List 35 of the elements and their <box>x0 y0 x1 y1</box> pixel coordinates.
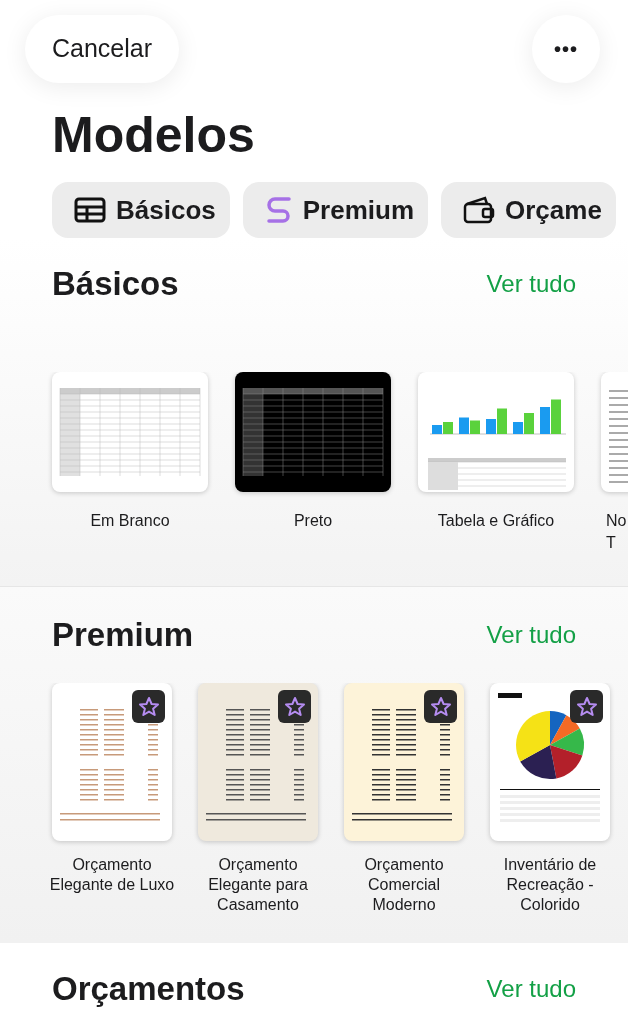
template-label[interactable]: No T <box>601 510 627 554</box>
template-label[interactable]: Tabela e Gráfico <box>437 510 555 532</box>
template-thumbnail[interactable] <box>52 683 172 841</box>
title-bar <box>498 693 522 698</box>
chart-bar <box>551 399 561 434</box>
section-heading: Básicos <box>52 264 179 304</box>
category-tab[interactable]: Orçame <box>441 182 616 238</box>
chart-bar <box>470 420 480 434</box>
wallet-icon <box>463 196 495 224</box>
template-label[interactable]: Orçamento Elegante para Casamento <box>193 855 323 915</box>
template-label[interactable]: Orçamento Elegante de Luxo <box>47 855 177 895</box>
template-thumbnail[interactable] <box>198 683 318 841</box>
page-title: Modelos <box>51 106 256 165</box>
template-thumbnail[interactable] <box>418 372 574 492</box>
section-heading: Orçamentos <box>52 969 245 1009</box>
cancel-button[interactable]: Cancelar <box>25 15 180 83</box>
template-label[interactable]: Inventário de Recreação - Colorido <box>485 855 615 915</box>
chart-bar <box>432 425 442 434</box>
chart-bar <box>443 422 453 434</box>
section-heading: Premium <box>52 615 194 655</box>
premium-icon <box>264 195 293 225</box>
more-button[interactable]: ••• <box>532 15 600 83</box>
chart-bar <box>540 407 550 434</box>
chart-bar <box>459 417 469 434</box>
template-thumbnail[interactable] <box>235 372 391 492</box>
category-tab[interactable]: Básicos <box>52 182 230 238</box>
template-label[interactable]: Em Branco <box>90 510 170 532</box>
category-tab[interactable]: Premium <box>242 182 428 238</box>
template-thumbnail[interactable] <box>52 372 208 492</box>
template-thumbnail[interactable] <box>490 683 610 841</box>
row-header-column <box>428 462 458 490</box>
template-thumbnail[interactable] <box>344 683 464 841</box>
template-label[interactable]: Preto <box>293 510 333 532</box>
template-label[interactable]: Orçamento Comercial Moderno <box>339 855 469 915</box>
table-icon <box>74 197 106 223</box>
